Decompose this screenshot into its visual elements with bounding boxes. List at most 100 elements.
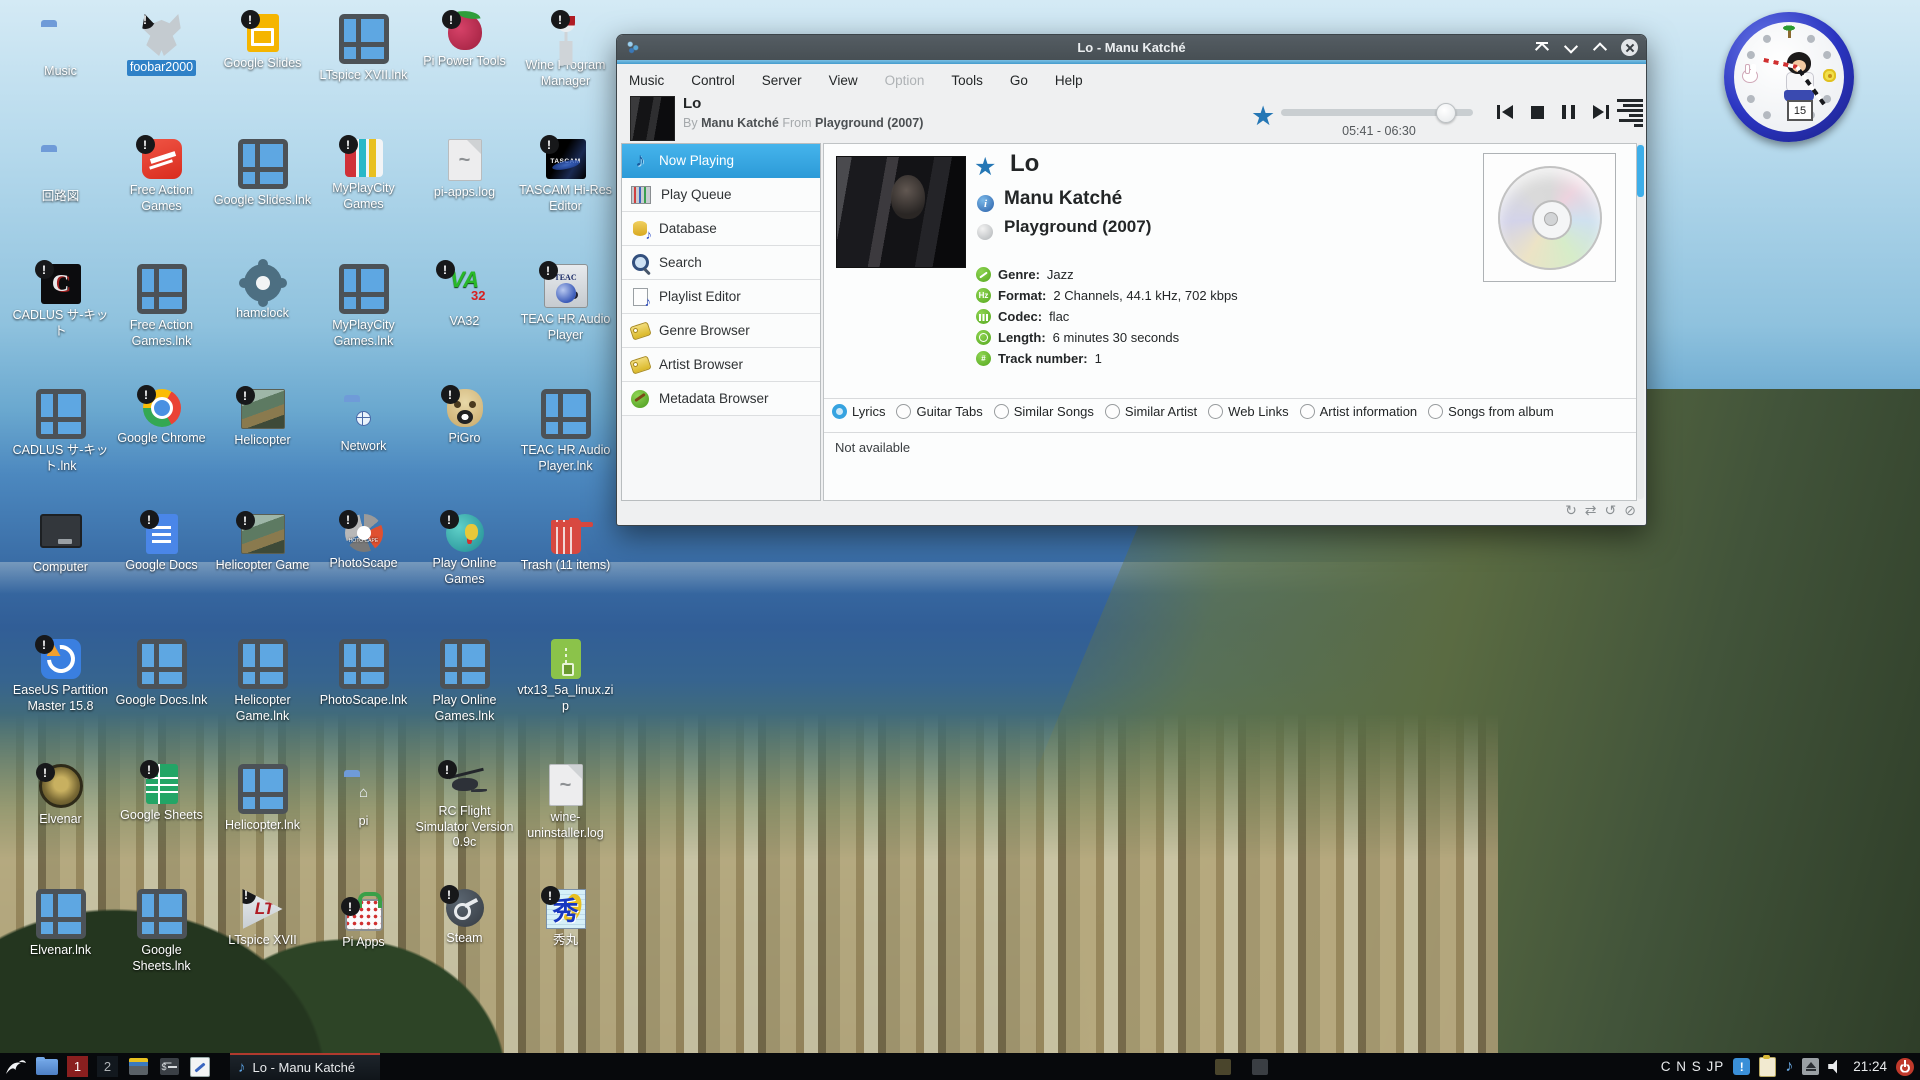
desktop-icon-play-online-games[interactable]: ! Play Online Games bbox=[414, 514, 515, 639]
menu-item-go[interactable]: Go bbox=[1010, 73, 1028, 88]
sidebar-item-playlist-editor[interactable]: Playlist Editor bbox=[622, 280, 820, 314]
loop-icon[interactable]: ↺ bbox=[1605, 503, 1617, 517]
desktop-icon-music[interactable]: ! Music bbox=[10, 14, 111, 139]
tab-artist-information[interactable]: Artist information bbox=[1300, 404, 1418, 419]
desktop-icon-free-action-games[interactable]: ! Free Action Games bbox=[111, 139, 212, 264]
desktop-icon-helicopter-game[interactable]: ! Helicopter Game bbox=[212, 514, 313, 639]
desktop-icon-easeus-partition-master-15-8[interactable]: ! EaseUS Partition Master 15.8 bbox=[10, 639, 111, 764]
workspace-2[interactable]: 2 bbox=[97, 1056, 118, 1077]
taskbar-clock[interactable]: 21:24 bbox=[1853, 1059, 1887, 1074]
desktop-icon-hamclock[interactable]: ! hamclock bbox=[212, 264, 313, 389]
disabled-mode-icon[interactable]: ⊘ bbox=[1624, 503, 1636, 517]
input-method-indicator[interactable]: C N S JP bbox=[1661, 1059, 1725, 1074]
desktop-icon-helicopter-game-lnk[interactable]: ! Helicopter Game.lnk bbox=[212, 639, 313, 764]
desktop-icon-google-docs[interactable]: ! Google Docs bbox=[111, 514, 212, 639]
desktop-icon-tascam-hi-res-editor[interactable]: TASCAM ! TASCAM Hi-Res Editor bbox=[515, 139, 616, 264]
desktop-icon-free-action-games-lnk[interactable]: ! Free Action Games.lnk bbox=[111, 264, 212, 389]
sidebar-item-search[interactable]: Search bbox=[622, 246, 820, 280]
desktop-icon-helicopter[interactable]: ! Helicopter bbox=[212, 389, 313, 514]
desktop-icon-google-sheets-lnk[interactable]: ! Google Sheets.lnk bbox=[111, 889, 212, 1014]
tab-lyrics[interactable]: Lyrics bbox=[832, 404, 885, 419]
minimized-window-icon[interactable] bbox=[1215, 1059, 1231, 1075]
desktop-icon-helicopter-lnk[interactable]: ! Helicopter.lnk bbox=[212, 764, 313, 889]
desktop-icon-elvenar[interactable]: ! Elvenar bbox=[10, 764, 111, 889]
desktop-icon-network[interactable]: ! Network bbox=[313, 389, 414, 514]
desktop-icon-myplaycity-games-lnk[interactable]: ! MyPlayCity Games.lnk bbox=[313, 264, 414, 389]
desktop-icon-vtx13-5a-linux-zip[interactable]: ! vtx13_5a_linux.zip bbox=[515, 639, 616, 764]
scrollbar-thumb[interactable] bbox=[1637, 145, 1644, 197]
close-button[interactable] bbox=[1621, 39, 1638, 56]
shuffle-icon[interactable]: ⇄ bbox=[1585, 503, 1597, 517]
desktop-icon-item[interactable]: ! 回路図 bbox=[10, 139, 111, 264]
seek-slider[interactable] bbox=[1281, 109, 1473, 116]
clipboard-icon[interactable] bbox=[1759, 1057, 1776, 1077]
previous-button[interactable] bbox=[1497, 105, 1513, 119]
sidebar-item-database[interactable]: Database bbox=[622, 212, 820, 246]
desktop-icon-steam[interactable]: ! Steam bbox=[414, 889, 515, 1014]
sidebar-item-play-queue[interactable]: Play Queue bbox=[622, 178, 820, 212]
terminal-icon[interactable]: $ bbox=[158, 1056, 180, 1078]
tab-web-links[interactable]: Web Links bbox=[1208, 404, 1288, 419]
desktop-icon-ltspice-xvii-lnk[interactable]: ! LTspice XVII.lnk bbox=[313, 14, 414, 139]
eject-icon[interactable] bbox=[1802, 1058, 1819, 1075]
tab-guitar-tabs[interactable]: Guitar Tabs bbox=[896, 404, 982, 419]
power-button[interactable] bbox=[1896, 1058, 1914, 1076]
desktop-icon-teac-hr-audio-player-lnk[interactable]: ! TEAC HR Audio Player.lnk bbox=[515, 389, 616, 514]
desktop-icon-rc-flight-simulator-version-0-9c[interactable]: ! RC Flight Simulator Version 0.9c bbox=[414, 764, 515, 889]
tab-similar-artist[interactable]: Similar Artist bbox=[1105, 404, 1197, 419]
maximize-button[interactable] bbox=[1592, 40, 1608, 56]
volume-bars-icon[interactable] bbox=[1617, 99, 1643, 127]
sidebar-item-artist-browser[interactable]: Artist Browser bbox=[622, 348, 820, 382]
desktop-icon-wine-program-manager[interactable]: ! Wine Program Manager bbox=[515, 14, 616, 139]
desktop-icon-myplaycity-games[interactable]: ! MyPlayCity Games bbox=[313, 139, 414, 264]
sidebar-item-metadata-browser[interactable]: Metadata Browser bbox=[622, 382, 820, 416]
minimized-window-icon[interactable] bbox=[1252, 1059, 1268, 1075]
workspace-1[interactable]: 1 bbox=[67, 1056, 88, 1077]
desktop-icon-pi-power-tools[interactable]: ! Pi Power Tools bbox=[414, 14, 515, 139]
menu-item-help[interactable]: Help bbox=[1055, 73, 1083, 88]
sidebar-item-genre-browser[interactable]: Genre Browser bbox=[622, 314, 820, 348]
desktop-icon-google-chrome[interactable]: ! Google Chrome bbox=[111, 389, 212, 514]
rating-star-icon[interactable]: ★ bbox=[1251, 101, 1275, 132]
menu-item-view[interactable]: View bbox=[829, 73, 858, 88]
desktop-icon-google-docs-lnk[interactable]: ! Google Docs.lnk bbox=[111, 639, 212, 764]
desktop-icon-trash-11-items[interactable]: ! Trash (11 items) bbox=[515, 514, 616, 639]
desktop-icon-item[interactable]: 秀 ! 秀丸 bbox=[515, 889, 616, 1014]
repeat-icon[interactable]: ↻ bbox=[1565, 503, 1577, 517]
desktop-icon-pi-apps[interactable]: ! Pi Apps bbox=[313, 889, 414, 1014]
menu-item-tools[interactable]: Tools bbox=[951, 73, 983, 88]
desktop-icon-google-slides-lnk[interactable]: ! Google Slides.lnk bbox=[212, 139, 313, 264]
tray-music-note-icon[interactable]: ♪ bbox=[1785, 1058, 1793, 1076]
shade-button[interactable] bbox=[1534, 40, 1550, 56]
pause-button[interactable] bbox=[1562, 105, 1575, 119]
desktop-icon-photoscape-lnk[interactable]: ! PhotoScape.lnk bbox=[313, 639, 414, 764]
titlebar[interactable]: Lo - Manu Katché bbox=[617, 35, 1646, 60]
desktop-icon-cadlus[interactable]: C ! CADLUS サ-キット bbox=[10, 264, 111, 389]
places-icon[interactable] bbox=[127, 1056, 149, 1078]
desktop-icon-pigro[interactable]: ! PiGro bbox=[414, 389, 515, 514]
desktop-icon-wine-uninstaller-log[interactable]: ~ ! wine-uninstaller.log bbox=[515, 764, 616, 889]
menu-item-server[interactable]: Server bbox=[762, 73, 802, 88]
desktop-icon-ltspice-xvii[interactable]: LT ! LTspice XVII bbox=[212, 889, 313, 1014]
desktop-icon-play-online-games-lnk[interactable]: ! Play Online Games.lnk bbox=[414, 639, 515, 764]
tab-songs-from-album[interactable]: Songs from album bbox=[1428, 404, 1554, 419]
desktop-icon-photoscape[interactable]: HOTO CAPE ! PhotoScape bbox=[313, 514, 414, 639]
text-editor-icon[interactable] bbox=[189, 1056, 211, 1078]
stop-button[interactable] bbox=[1531, 106, 1544, 119]
update-alert-icon[interactable]: ! bbox=[1733, 1058, 1750, 1075]
desktop-icon-pi[interactable]: ⌂ ! pi bbox=[313, 764, 414, 889]
file-manager-icon[interactable] bbox=[36, 1056, 58, 1078]
clock-widget[interactable]: 15 bbox=[1724, 12, 1854, 142]
app-menu-bird-icon[interactable] bbox=[5, 1056, 27, 1078]
taskbar-task-button[interactable]: ♪ Lo - Manu Katché bbox=[230, 1053, 380, 1080]
desktop-icon-pi-apps-log[interactable]: ~ ! pi-apps.log bbox=[414, 139, 515, 264]
tab-similar-songs[interactable]: Similar Songs bbox=[994, 404, 1094, 419]
desktop-icon-va32[interactable]: VA 32 ! VA32 bbox=[414, 264, 515, 389]
minimize-button[interactable] bbox=[1563, 40, 1579, 56]
desktop-icon-google-sheets[interactable]: ! Google Sheets bbox=[111, 764, 212, 889]
seek-slider-handle[interactable] bbox=[1436, 103, 1456, 123]
next-button[interactable] bbox=[1593, 105, 1609, 119]
desktop-icon-cadlus-lnk[interactable]: ! CADLUS サ-キット.lnk bbox=[10, 389, 111, 514]
sidebar-item-now-playing[interactable]: Now Playing bbox=[622, 144, 820, 178]
desktop-icon-foobar2000[interactable]: ! foobar2000 bbox=[111, 14, 212, 139]
